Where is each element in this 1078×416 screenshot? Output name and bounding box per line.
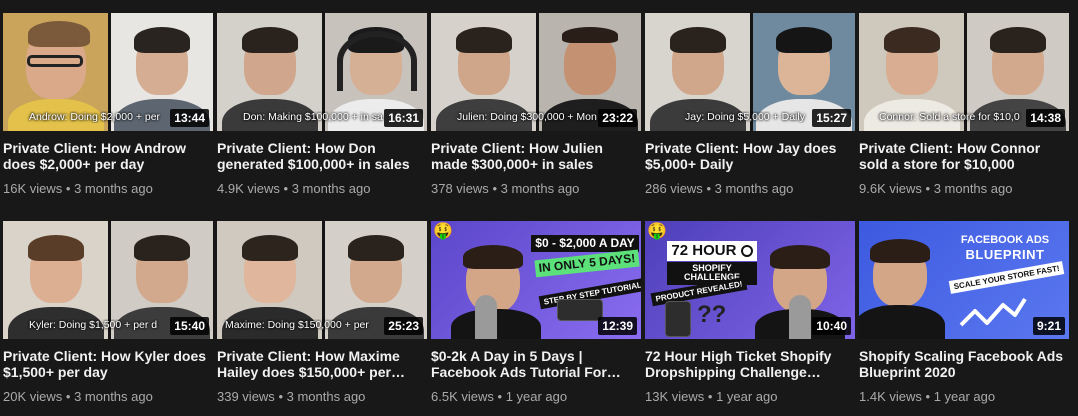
money-face-icon: 🤑 <box>647 223 667 240</box>
video-card[interactable]: FACEBOOK ADS BLUEPRINT SCALE YOUR STORE … <box>859 221 1069 405</box>
glasses-icon <box>27 55 83 67</box>
video-duration: 15:40 <box>170 317 209 335</box>
clock-icon <box>740 245 753 258</box>
video-meta: 339 views • 3 months ago <box>217 389 427 405</box>
meta-separator: • <box>707 389 713 404</box>
upload-age: 3 months ago <box>933 181 1013 196</box>
microphone-icon <box>789 295 811 339</box>
video-title[interactable]: Private Client: How Julien made $300,000… <box>431 140 641 172</box>
video-duration: 16:31 <box>384 109 423 127</box>
video-card[interactable]: Maxime: Doing $150,000 + per 25:23 Priva… <box>217 221 427 405</box>
video-meta: 20K views • 3 months ago <box>3 389 213 405</box>
video-meta: 16K views • 3 months ago <box>3 181 213 197</box>
upload-age: 3 months ago <box>74 389 153 404</box>
meta-separator: • <box>283 181 289 196</box>
video-thumbnail[interactable]: 🤑 $0 - $2,000 A DAY IN ONLY 5 DAYS! STEP… <box>431 221 641 339</box>
promo-subheadline: IN ONLY 5 DAYS! <box>534 249 640 277</box>
promo-subheadline: BLUEPRINT <box>965 247 1045 262</box>
video-thumbnail[interactable]: FACEBOOK ADS BLUEPRINT SCALE YOUR STORE … <box>859 221 1069 339</box>
video-card[interactable]: Androw: Doing $2,000 + per 13:44 Private… <box>3 13 213 197</box>
view-count: 378 views <box>431 181 489 196</box>
video-title[interactable]: $0-2k A Day in 5 Days | Facebook Ads Tut… <box>431 348 641 380</box>
video-duration: 13:44 <box>170 109 209 127</box>
video-card[interactable]: Connor: Sold a store for $10,0 14:38 Pri… <box>859 13 1069 197</box>
video-thumbnail[interactable]: Don: Making $100,000 + in sa 16:31 <box>217 13 427 131</box>
video-card[interactable]: Julien: Doing $300,000 + Mon 23:22 Priva… <box>431 13 641 197</box>
meta-separator: • <box>278 389 283 404</box>
view-count: 6.5K views <box>431 389 494 404</box>
video-card[interactable]: 🤑 72 HOUR SHOPIFY CHALLENGE PRODUCT REVE… <box>645 221 855 405</box>
video-duration: 25:23 <box>384 317 423 335</box>
video-duration: 10:40 <box>812 317 851 335</box>
video-card[interactable]: 🤑 $0 - $2,000 A DAY IN ONLY 5 DAYS! STEP… <box>431 221 641 405</box>
view-count: 4.9K views <box>217 181 280 196</box>
video-duration: 15:27 <box>812 109 851 127</box>
upload-age: 1 year ago <box>716 389 778 404</box>
promo-headline: 72 HOUR <box>667 241 757 261</box>
video-thumbnail[interactable]: Julien: Doing $300,000 + Mon 23:22 <box>431 13 641 131</box>
growth-arrow-icon <box>959 297 1027 327</box>
question-mark-icon: ?? <box>697 301 727 328</box>
video-card[interactable]: Kyler: Doing $1,500 + per d 15:40 Privat… <box>3 221 213 405</box>
video-thumbnail[interactable]: Maxime: Doing $150,000 + per 25:23 <box>217 221 427 339</box>
video-title[interactable]: 72 Hour High Ticket Shopify Dropshipping… <box>645 348 855 380</box>
video-meta: 286 views • 3 months ago <box>645 181 855 197</box>
microphone-icon <box>475 295 497 339</box>
meta-separator: • <box>492 181 497 196</box>
video-title[interactable]: Private Client: How Kyler does $1,500+ p… <box>3 348 213 380</box>
money-face-icon: 🤑 <box>433 223 453 240</box>
meta-separator: • <box>497 389 503 404</box>
meta-separator: • <box>65 181 71 196</box>
meta-separator: • <box>925 389 931 404</box>
video-duration: 14:38 <box>1026 109 1065 127</box>
upload-age: 3 months ago <box>714 181 794 196</box>
view-count: 20K views <box>3 389 63 404</box>
video-thumbnail[interactable]: Androw: Doing $2,000 + per 13:44 <box>3 13 213 131</box>
upload-age: 3 months ago <box>291 181 371 196</box>
upload-age: 1 year ago <box>933 389 996 404</box>
video-duration: 23:22 <box>598 109 637 127</box>
meta-separator: • <box>706 181 711 196</box>
phone-icon <box>665 301 691 337</box>
view-count: 339 views <box>217 389 275 404</box>
promo-tag: SCALE YOUR STORE FAST! <box>948 261 1065 294</box>
promo-headline: $0 - $2,000 A DAY <box>531 235 639 252</box>
promo-headline-text: 72 HOUR <box>671 242 737 259</box>
video-title[interactable]: Private Client: How Connor sold a store … <box>859 140 1069 172</box>
video-title[interactable]: Private Client: How Don generated $100,0… <box>217 140 427 172</box>
video-thumbnail[interactable]: Kyler: Doing $1,500 + per d 15:40 <box>3 221 213 339</box>
video-title[interactable]: Private Client: How Jay does $5,000+ Dai… <box>645 140 855 172</box>
video-meta: 6.5K views • 1 year ago <box>431 389 641 405</box>
meta-separator: • <box>925 181 931 196</box>
video-title[interactable]: Shopify Scaling Facebook Ads Blueprint 2… <box>859 348 1069 380</box>
phone-icon <box>557 299 603 321</box>
video-title[interactable]: Private Client: How Androw does $2,000+ … <box>3 140 213 172</box>
view-count: 16K views <box>3 181 63 196</box>
upload-age: 1 year ago <box>505 389 568 404</box>
video-duration: 9:21 <box>1032 317 1065 335</box>
video-title[interactable]: Private Client: How Maxime Hailey does $… <box>217 348 427 380</box>
video-meta: 9.6K views • 3 months ago <box>859 181 1069 197</box>
video-meta: 13K views • 1 year ago <box>645 389 855 405</box>
upload-age: 3 months ago <box>286 389 366 404</box>
video-thumbnail[interactable]: Jay: Doing $5,000 + Daily 15:27 <box>645 13 855 131</box>
view-count: 1.4K views <box>859 389 922 404</box>
promo-headline: FACEBOOK ADS <box>960 234 1050 246</box>
headset-icon <box>337 31 417 91</box>
video-card[interactable]: Jay: Doing $5,000 + Daily 15:27 Private … <box>645 13 855 197</box>
view-count: 286 views <box>645 181 703 196</box>
video-duration: 12:39 <box>598 317 637 335</box>
video-meta: 4.9K views • 3 months ago <box>217 181 427 197</box>
upload-age: 3 months ago <box>74 181 153 196</box>
video-meta: 1.4K views • 1 year ago <box>859 389 1069 405</box>
view-count: 9.6K views <box>859 181 922 196</box>
video-meta: 378 views • 3 months ago <box>431 181 641 197</box>
view-count: 13K views <box>645 389 705 404</box>
meta-separator: • <box>65 389 71 404</box>
upload-age: 3 months ago <box>500 181 580 196</box>
video-thumbnail[interactable]: Connor: Sold a store for $10,0 14:38 <box>859 13 1069 131</box>
video-thumbnail[interactable]: 🤑 72 HOUR SHOPIFY CHALLENGE PRODUCT REVE… <box>645 221 855 339</box>
video-card[interactable]: Don: Making $100,000 + in sa 16:31 Priva… <box>217 13 427 197</box>
